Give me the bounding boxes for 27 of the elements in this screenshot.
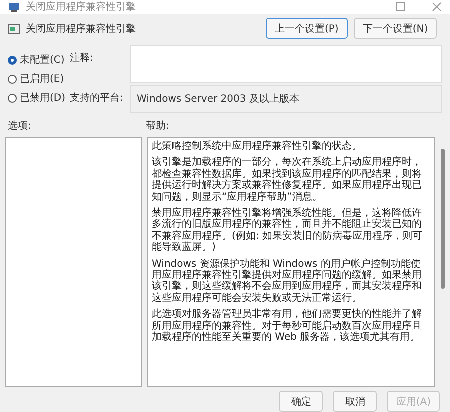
help-paragraph: 此策略控制系统中应用程序兼容性引擎的状态。 [152,141,363,152]
help-label: 帮助: [146,120,170,133]
radio-label: 已禁用(D) [20,92,66,105]
comment-field[interactable] [130,45,442,83]
help-paragraph: 此选项对服务器管理员非常有用，他们需要更快的性能并了解所用应用程序的兼容性。对于每秒可能启动数百次应用程序且加载程序的性能至关重要的 Web 服务器，该选项尤其有用。 [152,309,423,344]
help-paragraph: Windows 资源保护功能和 Windows 的用户帐户控制功能使用应用程序兼容性引擎提供对应用程序问题的缓解。如果禁用该引擎，则这些缓解将不会应用到应用程序，而其安装程序和这些应用程序可能会安装失败或无法正常运行。 [152,258,423,304]
next-setting-button[interactable]: 下一个设置(N) [354,18,438,39]
setting-title: 关闭应用程序兼容性引擎 [26,22,137,36]
radio-label: 已启用(E) [20,72,64,86]
help-paragraph: 禁用应用程序兼容性引擎将增强系统性能。但是，这将降低许多流行的旧版应用程序的兼容性，而且并不能阻止安装已知的不兼容应用程序。(例如: 如果安装旧的防病毒应用程序，则可能导致蓝屏。) [152,208,424,254]
radio-button[interactable] [8,74,17,84]
policy-icon [8,22,20,34]
radio-button[interactable] [8,56,17,64]
help-paragraph: 该引擎是加载程序的一部分，每次在系统上启动应用程序时，都检查兼容性数据库。如果找到该应用程序的匹配结果，则将提供运行时解决方案或兼容性修复程序。如果应用程序出现已知问题，则显示“应用程序帮助”消息。 [152,157,423,204]
platform-field: Windows Server 2003 及以上版本 [130,85,442,113]
comment-label: 注释: [70,52,94,66]
maximize-icon[interactable] [396,2,406,12]
radio-button[interactable] [8,94,17,102]
window-title: 关闭应用程序兼容性引擎 [26,0,137,14]
options-label: 选项: [8,120,32,133]
platform-label: 支持的平台: [70,92,124,106]
previous-setting-button[interactable]: 上一个设置(P) [266,18,348,39]
ok-button[interactable]: 确定 [279,391,324,412]
app-icon [8,1,20,13]
radio-label: 未配置(C) [20,54,65,67]
cancel-button[interactable]: 取消 [333,391,378,412]
close-icon[interactable] [432,2,442,12]
